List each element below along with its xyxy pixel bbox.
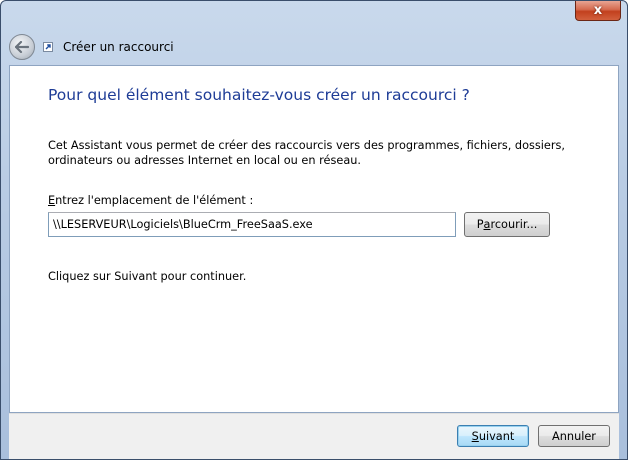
wizard-content: Pour quel élément souhaitez-vous créer u… [9,65,619,413]
page-heading: Pour quel élément souhaitez-vous créer u… [48,86,470,104]
cancel-button[interactable]: Annuler [538,425,610,447]
next-label-access-key: S [471,429,479,443]
wizard-title: Créer un raccourci [63,40,174,54]
wizard-footer: Suivant Annuler [9,413,619,459]
browse-label-prefix: P [476,218,484,231]
browse-label-access-key: a [483,218,491,231]
location-input[interactable] [48,212,456,237]
navigation-bar: Créer un raccourci [9,31,619,63]
close-icon: x [593,3,603,18]
back-arrow-icon [15,41,29,53]
shortcut-icon [43,42,53,52]
back-button[interactable] [9,34,35,60]
wizard-description: Cet Assistant vous permet de créer des r… [48,139,565,167]
instruction-text: Cliquez sur Suivant pour continuer. [48,270,247,283]
location-label: Entrez l'emplacement de l'élément : [48,194,253,207]
browse-label-rest: rcourir... [490,218,538,231]
location-label-text: ntrez l'emplacement de l'élément : [55,194,254,207]
next-label-rest: uivant [478,429,515,443]
close-button[interactable]: x [575,1,621,21]
browse-button[interactable]: Pa rcourir... [464,212,550,237]
next-button[interactable]: Suivant [457,425,529,447]
wizard-window: x Créer un raccourci Pour quel élément s… [0,0,628,460]
